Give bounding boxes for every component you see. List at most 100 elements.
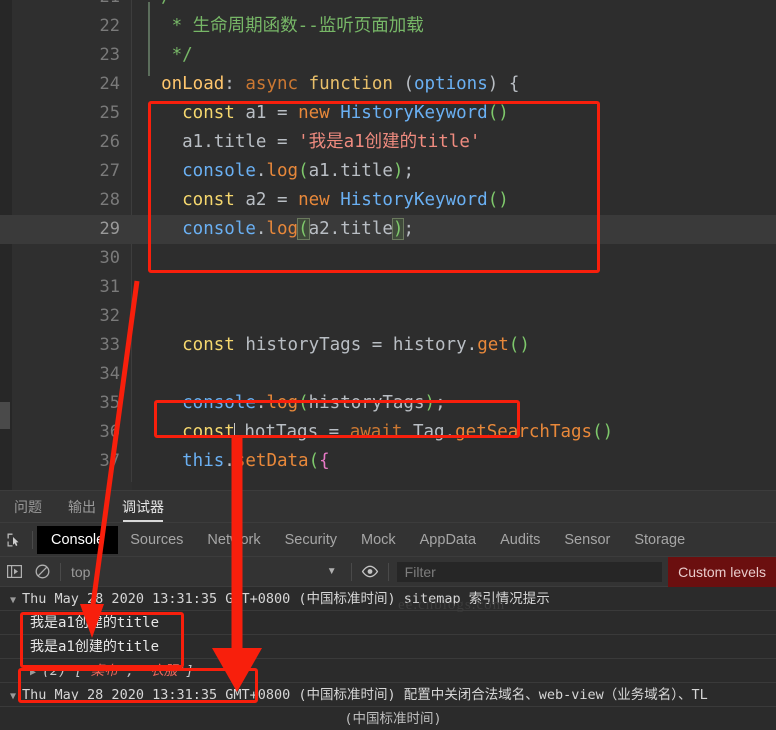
code-token: a1 <box>140 132 204 152</box>
code-line[interactable]: 35 console.log(historyTags); <box>0 389 776 418</box>
line-number: 30 <box>99 248 120 268</box>
code-line[interactable]: 32 <box>0 302 776 331</box>
devtools-tabbar[interactable]: Console Sources Network Security Mock AppData… <box>0 523 776 557</box>
code-line[interactable]: 25 const a1 = new HistoryKeyword() <box>0 99 776 128</box>
eye-icon[interactable] <box>356 559 384 585</box>
tab-console[interactable]: Console <box>37 525 119 554</box>
code-line[interactable]: 24 onLoad: async function (options) { <box>0 70 776 99</box>
console-filter-bar[interactable]: top ▼ Filter Custom levels <box>0 556 776 587</box>
line-number: 24 <box>99 74 120 94</box>
code-line[interactable]: 29 console.log(a2.title); <box>0 215 776 244</box>
console-message-string[interactable]: 我是a1创建的title <box>0 611 776 635</box>
chevron-down-icon[interactable]: ▼ <box>317 566 347 577</box>
code-line[interactable]: 34 <box>0 360 776 389</box>
array-prefix: (2) [ <box>42 663 83 679</box>
ide-tab-2[interactable]: 输出 <box>68 497 96 517</box>
code-token: . <box>255 219 267 239</box>
code-lines[interactable]: 21 /**22 * 生命周期函数--监听页面加载23 */24 onLoad:… <box>0 0 776 482</box>
code-editor[interactable]: 21 /**22 * 生命周期函数--监听页面加载23 */24 onLoad:… <box>0 0 776 490</box>
code-token: = <box>276 103 299 123</box>
code-token: () <box>508 335 530 355</box>
console-message-log[interactable]: ▼ Thu May 28 2020 13:31:35 GMT+0800 (中国标准… <box>0 683 776 707</box>
tab-mock[interactable]: Mock <box>349 528 408 552</box>
code-line[interactable]: 21 /** <box>0 0 776 12</box>
code-line[interactable]: 23 */ <box>0 41 776 70</box>
line-number: 26 <box>99 132 120 152</box>
code-line-text: console.log(a1.title); <box>140 157 776 186</box>
code-token: Tag <box>412 422 445 442</box>
array-suffix: ] <box>185 663 194 679</box>
code-token: await <box>349 422 403 442</box>
expand-triangle-icon[interactable]: ▼ <box>10 589 16 613</box>
devtools-panel[interactable]: 问题 输出 调试器 Console Sources Network Security Moc… <box>0 490 776 730</box>
console-output[interactable]: ▼ Thu May 28 2020 13:31:35 GMT+0800 (中国标准… <box>0 587 776 730</box>
code-token: ; <box>403 161 414 181</box>
ide-tab-1[interactable]: 问题 <box>14 497 42 517</box>
code-token: . <box>466 335 478 355</box>
tab-security[interactable]: Security <box>273 528 349 552</box>
code-line[interactable]: 26 a1.title = '我是a1创建的title' <box>0 128 776 157</box>
code-token: history <box>392 335 467 355</box>
expand-triangle-icon[interactable]: ▶ <box>30 661 36 685</box>
code-token: : <box>224 74 246 94</box>
console-message-string[interactable]: 我是a1创建的title <box>0 635 776 659</box>
code-token: ) <box>424 393 436 413</box>
screenshot-root: 21 /**22 * 生命周期函数--监听页面加载23 */24 onLoad:… <box>0 0 776 730</box>
console-message-log[interactable]: ▼ Thu May 28 2020 13:31:35 GMT+0800 (中国标准… <box>0 587 776 611</box>
code-token: getSearchTags <box>455 422 593 442</box>
tab-audits[interactable]: Audits <box>488 528 552 552</box>
line-number: 34 <box>99 364 120 384</box>
code-line-text: /** <box>140 0 776 12</box>
code-token: ( <box>298 393 309 413</box>
devtools-tab-list[interactable]: Console Sources Network Security Mock AppData… <box>37 525 776 554</box>
custom-levels-button[interactable]: Custom levels <box>668 556 776 587</box>
code-token: console <box>140 161 256 181</box>
tab-network[interactable]: Network <box>195 528 272 552</box>
code-line-text: onLoad: async function (options) { <box>140 70 776 99</box>
code-token: */ <box>140 45 193 65</box>
ide-tab-list[interactable]: 问题 输出 调试器 <box>14 491 190 523</box>
tab-storage[interactable]: Storage <box>622 528 697 552</box>
console-filter-input[interactable]: Filter <box>396 561 663 582</box>
code-line[interactable]: 30 <box>0 244 776 273</box>
code-line[interactable]: 31 <box>0 273 776 302</box>
code-token: a2 <box>234 190 277 210</box>
console-message-array[interactable]: ▶ (2) ["桌布", "衣服"] <box>0 659 776 683</box>
clear-console-icon[interactable] <box>28 559 56 585</box>
array-item: "衣服" <box>142 663 186 679</box>
code-line[interactable]: 27 console.log(a1.title); <box>0 157 776 186</box>
code-line-text: const a2 = new HistoryKeyword() <box>140 186 776 215</box>
code-token: '我是a1创建的title' <box>298 132 481 152</box>
code-token: ) { <box>487 74 520 94</box>
code-token: . <box>444 422 456 442</box>
ide-tab-3[interactable]: 调试器 <box>122 497 164 522</box>
code-token: a2.title <box>308 219 393 239</box>
line-number: 33 <box>99 335 120 355</box>
code-line[interactable]: 37 this.setData({ <box>0 447 776 476</box>
console-message-text: Thu May 28 2020 13:31:35 GMT+0800 (中国标准时… <box>22 687 708 703</box>
console-context-selector[interactable]: top <box>65 564 90 580</box>
sidebar-toggle-icon[interactable] <box>0 559 28 585</box>
tab-appdata[interactable]: AppData <box>408 528 488 552</box>
tab-sensor[interactable]: Sensor <box>552 528 622 552</box>
code-token: a1.title <box>308 161 393 181</box>
code-line[interactable]: 22 * 生命周期函数--监听页面加载 <box>0 12 776 41</box>
line-number: 27 <box>99 161 120 181</box>
expand-triangle-icon[interactable]: ▼ <box>10 685 16 709</box>
ide-tabbar[interactable]: 问题 输出 调试器 <box>0 491 776 523</box>
code-line[interactable]: 33 const historyTags = history.get() <box>0 331 776 360</box>
code-token: ( <box>297 218 310 240</box>
code-line-text: * 生命周期函数--监听页面加载 <box>140 12 776 41</box>
code-token: onLoad <box>140 74 225 94</box>
tab-sources[interactable]: Sources <box>118 528 195 552</box>
code-token: ) <box>391 218 405 240</box>
inspect-element-icon[interactable] <box>0 527 28 553</box>
code-token: ( <box>308 451 320 471</box>
code-line[interactable]: 28 const a2 = new HistoryKeyword() <box>0 186 776 215</box>
code-token: const <box>140 335 235 355</box>
code-line[interactable]: 36 const hotTags = await Tag.getSearchTa… <box>0 418 776 447</box>
code-token: log <box>266 219 299 239</box>
code-line-text: const hotTags = await Tag.getSearchTags(… <box>140 418 776 447</box>
console-message-clipped[interactable]: (中国标准时间) <box>0 707 776 730</box>
